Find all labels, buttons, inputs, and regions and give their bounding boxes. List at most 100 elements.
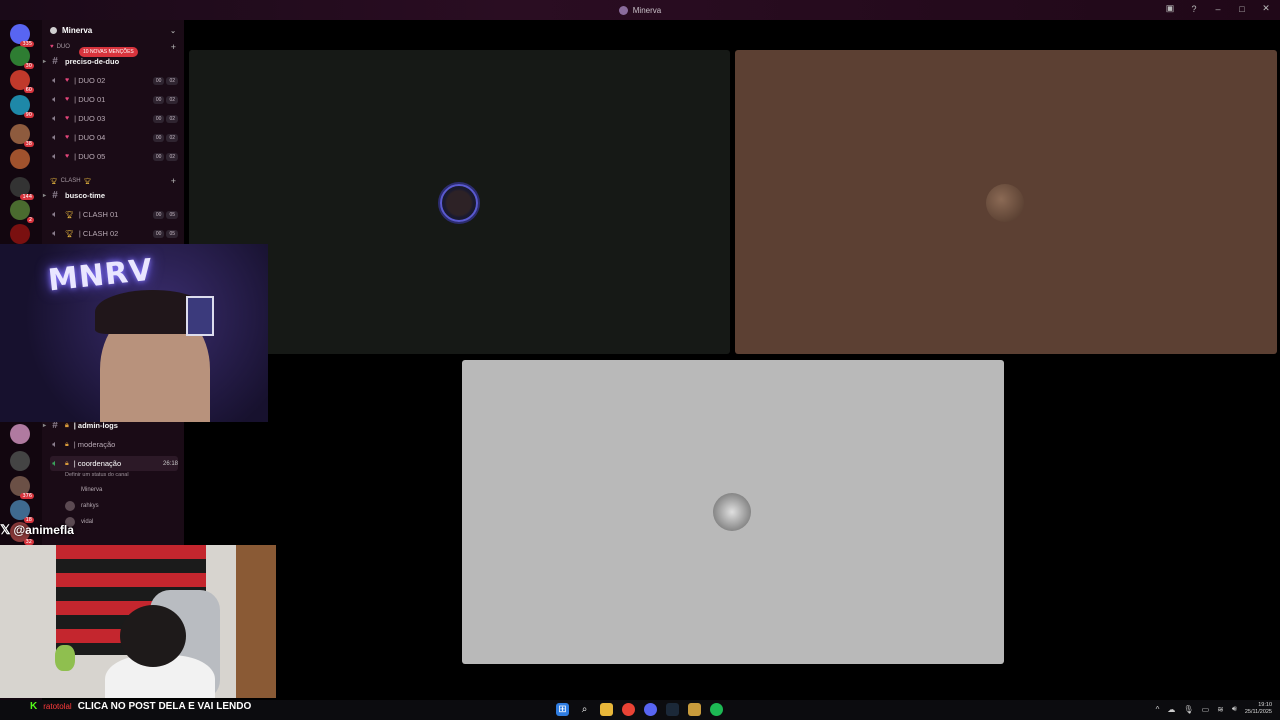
chat-ticker: K ratotolal CLICA NO POST DELA E VAI LEN… xyxy=(30,701,251,712)
trophy-icon: 🏆︎ xyxy=(83,178,92,185)
channel-label: preciso-de-duo xyxy=(65,57,120,66)
server-icon-8[interactable] xyxy=(10,224,30,244)
speaker-icon: 🔈︎ xyxy=(52,94,58,104)
file-explorer-icon[interactable] xyxy=(600,703,613,716)
badge: 376 xyxy=(20,493,34,499)
speaker-icon: 🔈︎ xyxy=(52,151,58,161)
user-count: 00 xyxy=(152,152,165,161)
channel-label: | CLASH 02 xyxy=(78,229,119,238)
channel-label: busco-time xyxy=(65,191,106,200)
add-channel-icon[interactable]: + xyxy=(171,176,176,186)
window-titlebar: Minerva ▣ ? – □ ✕ xyxy=(0,0,1280,20)
handle-text: @animefla xyxy=(13,523,74,537)
chevron-up-icon[interactable]: ^ xyxy=(1156,705,1160,714)
voice-channel-moderacao[interactable]: 🔈︎ 🔒︎ | moderação xyxy=(50,437,178,452)
voice-channel-duo-02[interactable]: 🔈︎ ♥ | DUO 02 00 02 xyxy=(50,73,178,88)
chrome-icon[interactable] xyxy=(622,703,635,716)
inbox-icon[interactable]: ▣ xyxy=(1164,3,1176,14)
add-channel-icon[interactable]: + xyxy=(171,42,176,52)
server-icon-11[interactable]: 376 xyxy=(10,476,34,499)
hash-icon: # xyxy=(52,190,58,201)
server-icon-6[interactable]: 144 xyxy=(10,177,34,200)
league-client-icon[interactable] xyxy=(688,703,701,716)
windows-start-icon[interactable]: ⊞ xyxy=(556,703,569,716)
voice-channel-duo-01[interactable]: 🔈︎ ♥ | DUO 01 00 02 xyxy=(50,92,178,107)
speaker-icon: 🔈︎ xyxy=(52,439,58,449)
server-name: Minerva xyxy=(62,26,93,35)
spotify-icon[interactable] xyxy=(710,703,723,716)
voice-user[interactable]: rahkys xyxy=(65,501,99,511)
kick-icon: K xyxy=(30,701,38,712)
discord-icon[interactable] xyxy=(644,703,657,716)
trophy-icon: 🏆︎ xyxy=(50,178,58,185)
call-timer: 26:18 xyxy=(162,460,178,467)
speaking-avatar xyxy=(440,184,478,222)
server-status-icon xyxy=(50,27,57,34)
server-icon-10[interactable] xyxy=(10,451,30,471)
heart-icon: ♥ xyxy=(65,134,70,141)
clock[interactable]: 19:10 25/11/2025 xyxy=(1245,702,1272,716)
user-max: 02 xyxy=(166,152,178,161)
social-handle: 𝕏 @animefla xyxy=(0,522,74,538)
discord-home-icon[interactable]: 335 xyxy=(10,24,34,47)
channel-busco-time[interactable]: ▸ # busco-time xyxy=(43,188,178,203)
voice-channel-clash-02[interactable]: 🔈︎ 🏆︎ | CLASH 02 00 05 xyxy=(50,226,178,241)
server-icon-7[interactable]: 2 xyxy=(10,200,34,223)
speaker-icon: 🔈︎ xyxy=(52,113,58,123)
user-limit: 00 02 xyxy=(152,133,178,142)
speaker-icon: 🔈︎ xyxy=(52,132,58,142)
set-channel-status[interactable]: Definir um status do canal xyxy=(65,472,129,478)
voice-channel-duo-05[interactable]: 🔈︎ ♥ | DUO 05 00 02 xyxy=(50,149,178,164)
voice-channel-coordenacao[interactable]: 🔈︎ 🔒︎ | coordenação 26:18 xyxy=(50,456,178,471)
user-max: 05 xyxy=(166,210,178,219)
avatar xyxy=(713,493,751,531)
cloud-icon[interactable]: ☁ xyxy=(1167,705,1175,714)
server-icon-12[interactable]: 18 xyxy=(10,500,34,523)
wifi-icon[interactable]: ≋ xyxy=(1217,705,1224,714)
volume-icon[interactable]: 🔊︎ xyxy=(1232,704,1237,714)
user-max: 02 xyxy=(166,133,178,142)
maximize-button[interactable]: □ xyxy=(1236,4,1248,14)
window-title-text: Minerva xyxy=(632,5,662,15)
server-icon-5[interactable] xyxy=(10,149,30,169)
server-icon-9[interactable] xyxy=(10,424,30,444)
window-title: Minerva xyxy=(618,5,662,15)
voice-user-name: Minerva xyxy=(81,487,103,493)
search-icon[interactable]: ⌕ xyxy=(578,703,591,716)
battery-icon[interactable]: ▭ xyxy=(1202,705,1210,714)
mic-icon[interactable]: 🎙︎ xyxy=(1183,705,1193,714)
category-clash[interactable]: 🏆︎ CLASH 🏆︎ + xyxy=(50,176,176,186)
user-tile-2[interactable] xyxy=(735,50,1277,354)
trophy-icon: 🏆︎ xyxy=(65,230,74,238)
user-limit: 00 02 xyxy=(152,114,178,123)
speaker-icon: 🔈︎ xyxy=(52,209,58,219)
voice-channel-duo-03[interactable]: 🔈︎ ♥ | DUO 03 00 02 xyxy=(50,111,178,126)
chevron-right-icon: ▸ xyxy=(43,193,47,199)
server-header[interactable]: Minerva ⌄ xyxy=(50,26,176,35)
door xyxy=(236,545,276,698)
hash-icon: # xyxy=(52,56,58,67)
user-limit: 00 02 xyxy=(152,95,178,104)
trophy-icon: 🏆︎ xyxy=(65,211,74,219)
minimize-button[interactable]: – xyxy=(1212,4,1224,14)
server-icon-2[interactable]: 60 xyxy=(10,70,34,93)
user-tile-3[interactable] xyxy=(462,360,1004,664)
help-icon[interactable]: ? xyxy=(1188,4,1200,14)
user-count: 00 xyxy=(152,114,165,123)
steam-icon[interactable] xyxy=(666,703,679,716)
server-icon-3[interactable]: 90 xyxy=(10,95,34,118)
channel-label: | DUO 04 xyxy=(74,133,106,142)
voice-channel-duo-04[interactable]: 🔈︎ ♥ | DUO 04 00 02 xyxy=(50,130,178,145)
chevron-right-icon: ▸ xyxy=(43,423,47,429)
voice-channel-clash-01[interactable]: 🔈︎ 🏆︎ | CLASH 01 00 05 xyxy=(50,207,178,222)
user-tile-1[interactable] xyxy=(189,50,730,354)
channel-preciso-de-duo[interactable]: ▸ # preciso-de-duo xyxy=(43,54,178,69)
server-icon-1[interactable]: 30 xyxy=(10,46,34,69)
figure-toy xyxy=(55,645,75,671)
chevron-right-icon: ▸ xyxy=(43,59,47,65)
server-icon-4[interactable]: 38 xyxy=(10,124,34,147)
user-count: 00 xyxy=(152,210,165,219)
close-button[interactable]: ✕ xyxy=(1260,3,1272,14)
channel-label: | DUO 01 xyxy=(74,95,106,104)
voice-user[interactable]: Minerva xyxy=(65,485,102,495)
